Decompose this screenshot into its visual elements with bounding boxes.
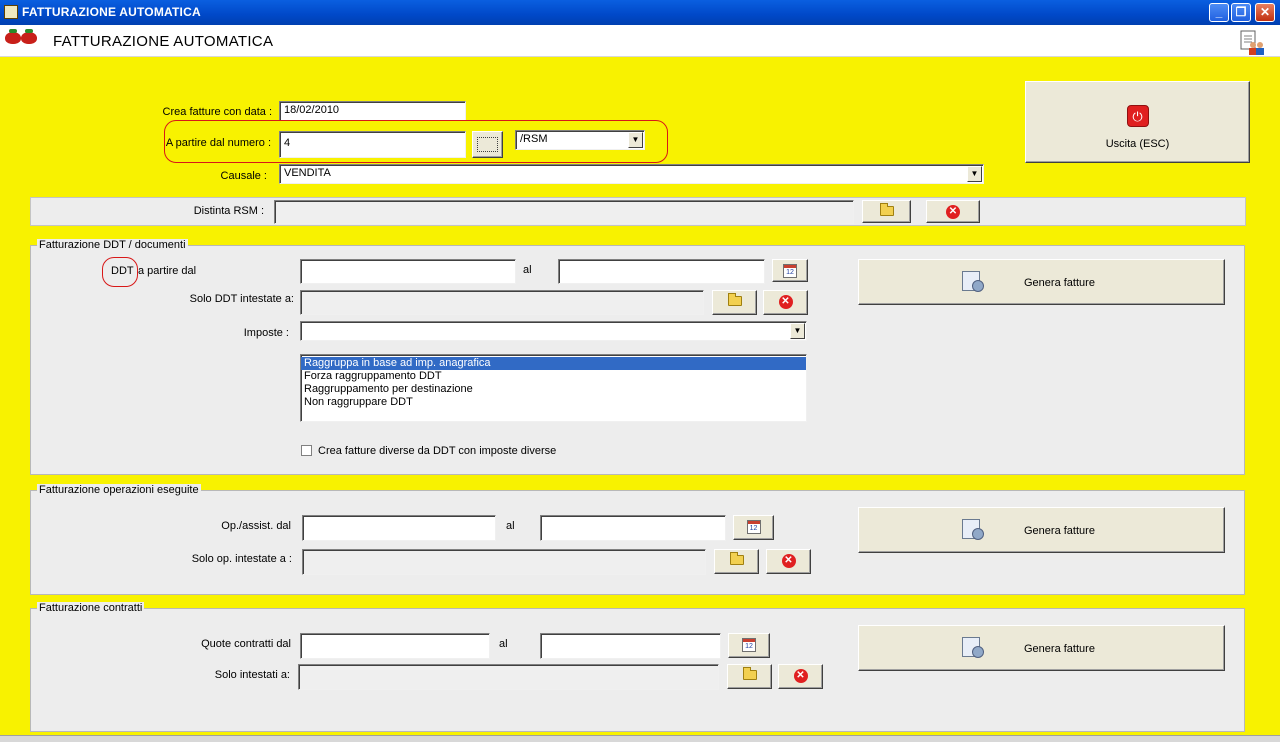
focus-dots-icon [477, 137, 498, 152]
restore-button[interactable]: ❐ [1231, 3, 1251, 22]
op-solo-label: Solo op. intestate a : [191, 553, 292, 565]
ddt-calendar-button[interactable]: 12 [772, 259, 808, 282]
strawberry-logo-icon [5, 29, 21, 44]
serie-select[interactable]: /RSM ▼ [515, 130, 645, 150]
ddt-from-field[interactable] [300, 259, 516, 284]
list-item[interactable]: Raggruppa in base ad imp. anagrafica [301, 357, 806, 370]
numero-browse-button[interactable] [472, 131, 503, 158]
clear-icon: ✕ [781, 554, 796, 568]
distinta-browse-button[interactable] [862, 200, 911, 223]
folder-icon [729, 552, 744, 565]
op-solo-browse-button[interactable] [714, 549, 759, 574]
causale-select[interactable]: VENDITA ▼ [279, 164, 984, 184]
calendar-icon: 12 [783, 264, 797, 278]
ddt-solo-field[interactable] [300, 290, 704, 315]
imposte-diverse-checkbox[interactable] [301, 445, 312, 456]
clear-icon: ✕ [946, 205, 960, 219]
clear-icon: ✕ [793, 669, 808, 683]
ddt-solo-browse-button[interactable] [712, 290, 757, 315]
op-from-field[interactable] [302, 515, 496, 541]
exit-button[interactable]: ⏻ Uscita (ESC) [1025, 81, 1250, 163]
op-from-label: Op./assist. dal [221, 520, 291, 532]
numero-field[interactable]: 4 [279, 131, 466, 158]
op-genera-label: Genera fatture [1024, 525, 1095, 537]
users-icon[interactable] [1240, 30, 1266, 56]
exit-label: Uscita (ESC) [1105, 138, 1170, 150]
operazioni-group-label: Fatturazione operazioni eseguite [37, 484, 201, 496]
document-gear-icon [962, 637, 984, 658]
ddt-group-label: Fatturazione DDT / documenti [37, 239, 188, 251]
op-solo-clear-button[interactable]: ✕ [766, 549, 811, 574]
window-titlebar: FATTURAZIONE AUTOMATICA _ ❐ ✕ [0, 0, 1280, 25]
page-title: FATTURAZIONE AUTOMATICA [53, 33, 274, 50]
data-field[interactable]: 18/02/2010 [279, 101, 466, 121]
form-header: FATTURAZIONE AUTOMATICA [0, 25, 1280, 57]
imposte-select[interactable]: ▼ [300, 321, 807, 341]
ddt-word: DDT [111, 265, 134, 277]
contratti-to-field[interactable] [540, 633, 721, 659]
op-al-label: al [506, 520, 515, 532]
causale-label: Causale : [220, 170, 267, 182]
raggruppamento-listbox[interactable]: Raggruppa in base ad imp. anagrafica For… [300, 354, 807, 422]
app-icon [4, 5, 18, 19]
clear-icon: ✕ [778, 295, 793, 309]
causale-value: VENDITA [284, 167, 331, 179]
chevron-down-icon[interactable]: ▼ [967, 166, 982, 182]
ddt-al-label: al [523, 264, 532, 276]
contratti-solo-label: Solo intestati a: [214, 669, 290, 681]
contratti-solo-browse-button[interactable] [727, 664, 772, 689]
list-item[interactable]: Non raggruppare DDT [301, 396, 806, 409]
contratti-from-label: Quote contratti dal [201, 638, 291, 650]
folder-icon [879, 203, 894, 216]
calendar-icon: 12 [746, 520, 761, 534]
data-label: Crea fatture con data : [162, 106, 272, 118]
window-title: FATTURAZIONE AUTOMATICA [22, 5, 201, 19]
op-genera-button[interactable]: Genera fatture [858, 507, 1225, 553]
imposte-label: Imposte : [243, 327, 289, 339]
ddt-to-field[interactable] [558, 259, 765, 284]
contratti-calendar-button[interactable]: 12 [728, 633, 770, 658]
op-solo-field[interactable] [302, 549, 706, 575]
contratti-genera-label: Genera fatture [1024, 643, 1095, 655]
op-to-field[interactable] [540, 515, 726, 541]
power-icon: ⏻ [1126, 105, 1149, 127]
contratti-from-field[interactable] [300, 633, 490, 659]
ddt-genera-label: Genera fatture [1024, 277, 1095, 289]
op-calendar-button[interactable]: 12 [733, 515, 774, 540]
distinta-label: Distinta RSM : [193, 205, 264, 217]
strawberry-logo-icon [21, 29, 37, 44]
contratti-solo-clear-button[interactable]: ✕ [778, 664, 823, 689]
contratti-al-label: al [499, 638, 508, 650]
contratti-solo-field[interactable] [298, 664, 719, 690]
imposte-diverse-label: Crea fatture diverse da DDT con imposte … [318, 445, 557, 457]
folder-icon [742, 667, 757, 680]
status-strip [0, 735, 1280, 742]
chevron-down-icon[interactable]: ▼ [628, 132, 643, 148]
list-item[interactable]: Raggruppamento per destinazione [301, 383, 806, 396]
ddt-solo-clear-button[interactable]: ✕ [763, 290, 808, 315]
document-gear-icon [962, 271, 984, 292]
close-button[interactable]: ✕ [1255, 3, 1275, 22]
ddt-solo-label: Solo DDT intestate a: [189, 293, 294, 305]
distinta-clear-button[interactable]: ✕ [926, 200, 980, 223]
ddt-from-label: a partire dal [138, 265, 197, 277]
minimize-button[interactable]: _ [1209, 3, 1229, 22]
ddt-genera-button[interactable]: Genera fatture [858, 259, 1225, 305]
document-gear-icon [962, 519, 984, 540]
numero-label: A partire dal numero : [165, 137, 271, 149]
distinta-field[interactable] [274, 200, 854, 224]
list-item[interactable]: Forza raggruppamento DDT [301, 370, 806, 383]
calendar-icon: 12 [742, 638, 756, 652]
contratti-group-label: Fatturazione contratti [37, 602, 145, 614]
folder-icon [727, 293, 742, 306]
chevron-down-icon[interactable]: ▼ [790, 323, 805, 339]
serie-value: /RSM [520, 133, 548, 145]
contratti-genera-button[interactable]: Genera fatture [858, 625, 1225, 671]
